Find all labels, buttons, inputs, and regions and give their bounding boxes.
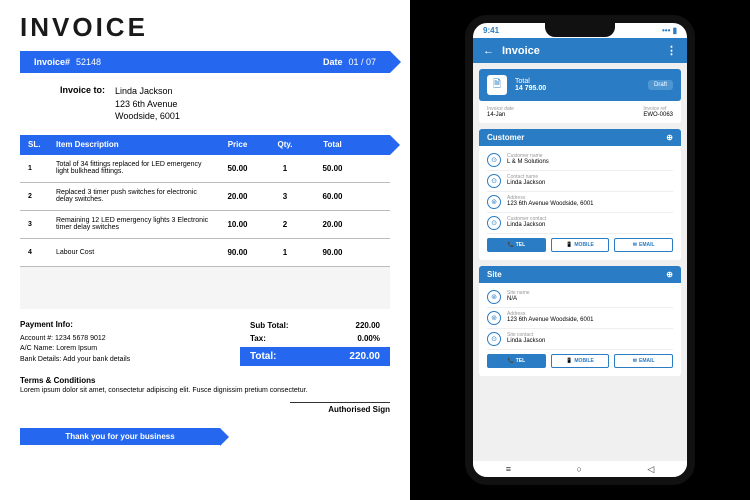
phone-notch <box>545 23 615 37</box>
payment-header: Payment Info: <box>20 319 130 331</box>
invoice-document: INVOICE Invoice# 52148 Date 01 / 07 Invoic… <box>0 0 410 500</box>
tel-button[interactable]: 📞 TEL <box>487 238 546 252</box>
customer-name: L & M Solutions <box>507 159 549 165</box>
table-row: 4Labour Cost90.00190.00 <box>20 239 390 267</box>
total-card: 🗎 Total14 795.00 Draft <box>479 69 681 101</box>
col-sl: SL. <box>20 140 50 149</box>
location-icon: ⊚ <box>487 290 501 304</box>
date-value: 14-Jan <box>487 112 514 118</box>
recent-icon[interactable]: ≡ <box>506 464 511 474</box>
invoice-to-block: Invoice to: Linda Jackson 123 6th Avenue… <box>60 85 390 123</box>
site-section: Site⊕ ⊚Site nameN/A ⊚Address123 6th Aven… <box>479 266 681 376</box>
tel-button[interactable]: 📞 TEL <box>487 354 546 368</box>
col-price: Price <box>210 140 265 149</box>
add-icon[interactable]: ⊕ <box>666 133 673 142</box>
ref-value: EWO-0063 <box>643 112 673 118</box>
status-icons: ••• ▮ <box>662 26 677 35</box>
table-row: 3Remaining 12 LED emergency lights 3 Ele… <box>20 211 390 239</box>
terms-header: Terms & Conditions <box>20 376 390 385</box>
mobile-button[interactable]: 📱 MOBILE <box>551 238 610 252</box>
col-desc: Item Description <box>50 140 210 149</box>
invoice-header-bar: Invoice# 52148 Date 01 / 07 <box>20 51 390 73</box>
person-icon: ⊙ <box>487 216 501 230</box>
table-header: SL. Item Description Price Qty. Total <box>20 135 390 155</box>
tax-label: Tax: <box>250 334 266 343</box>
site-name: N/A <box>507 296 530 302</box>
terms-section: Terms & Conditions Lorem ipsum dolor sit… <box>20 376 390 394</box>
subtotal-label: Sub Total: <box>250 321 289 330</box>
total-label: Total <box>515 78 546 85</box>
home-icon[interactable]: ○ <box>576 464 581 474</box>
col-total: Total <box>305 140 360 149</box>
site-address: 123 6th Avenue Woodside, 6001 <box>507 317 594 323</box>
invoice-number-label: Invoice# <box>34 57 70 67</box>
customer-section: Customer⊕ ⊙Customer nameL & M Solutions … <box>479 129 681 260</box>
document-icon: 🗎 <box>487 75 507 95</box>
android-nav-bar: ≡ ○ ◁ <box>473 461 687 477</box>
tax-value: 0.00% <box>357 334 380 343</box>
recipient-line1: 123 6th Avenue <box>115 98 180 111</box>
col-qty: Qty. <box>265 140 305 149</box>
location-icon: ⊚ <box>487 311 501 325</box>
invoice-to-label: Invoice to: <box>60 85 105 123</box>
person-icon: ⊙ <box>487 332 501 346</box>
site-contact: Linda Jackson <box>507 338 545 344</box>
table-row: 2Replaced 3 timer push switches for elec… <box>20 183 390 211</box>
total-value: 220.00 <box>349 351 380 362</box>
footer-thankyou: Thank you for your business <box>20 428 220 445</box>
payment-info: Payment Info: Account #: 1234 5678 9012 … <box>20 319 130 366</box>
email-button[interactable]: ✉ EMAIL <box>614 238 673 252</box>
recipient-line2: Woodside, 6001 <box>115 110 180 123</box>
menu-dots-icon[interactable]: ⋮ <box>666 44 677 57</box>
phone-panel: 9:41 ••• ▮ ← Invoice ⋮ 🗎 Total14 795.00 … <box>410 0 750 500</box>
invoice-number: 52148 <box>76 57 101 67</box>
app-title: Invoice <box>502 45 540 57</box>
blank-row <box>20 267 390 309</box>
person-icon: ⊙ <box>487 174 501 188</box>
recipient-name: Linda Jackson <box>115 85 180 98</box>
add-icon[interactable]: ⊕ <box>666 270 673 279</box>
authorised-sign: Authorised Sign <box>290 402 390 414</box>
total-value: 14 795.00 <box>515 85 546 92</box>
invoice-title: INVOICE <box>20 12 390 43</box>
email-button[interactable]: ✉ EMAIL <box>614 354 673 368</box>
contact-name: Linda Jackson <box>507 180 545 186</box>
back-icon[interactable]: ← <box>483 45 494 57</box>
phone-frame: 9:41 ••• ▮ ← Invoice ⋮ 🗎 Total14 795.00 … <box>465 15 695 485</box>
mobile-button[interactable]: 📱 MOBILE <box>551 354 610 368</box>
person-icon: ⊙ <box>487 153 501 167</box>
total-label: Total: <box>250 351 276 362</box>
subtotal-value: 220.00 <box>356 321 380 330</box>
location-icon: ⊚ <box>487 195 501 209</box>
back-icon[interactable]: ◁ <box>647 464 654 475</box>
customer-address: 123 6th Avenue Woodside, 6001 <box>507 201 594 207</box>
table-row: 1Total of 34 fittings replaced for LED e… <box>20 155 390 183</box>
invoice-date-label: Date <box>323 57 343 67</box>
date-row: Invoice date14-Jan Invoice refEWO-0063 <box>479 101 681 123</box>
app-bar: ← Invoice ⋮ <box>473 38 687 63</box>
table-rows: 1Total of 34 fittings replaced for LED e… <box>20 155 390 267</box>
site-header: Site <box>487 270 502 279</box>
invoice-date: 01 / 07 <box>348 57 376 67</box>
draft-badge: Draft <box>648 80 673 90</box>
phone-body[interactable]: 🗎 Total14 795.00 Draft Invoice date14-Ja… <box>473 63 687 463</box>
totals-section: Payment Info: Account #: 1234 5678 9012 … <box>20 319 390 366</box>
terms-body: Lorem ipsum dolor sit amet, consectetur … <box>20 387 390 394</box>
status-time: 9:41 <box>483 26 499 35</box>
customer-header: Customer <box>487 133 524 142</box>
customer-contact: Linda Jackson <box>507 222 546 228</box>
